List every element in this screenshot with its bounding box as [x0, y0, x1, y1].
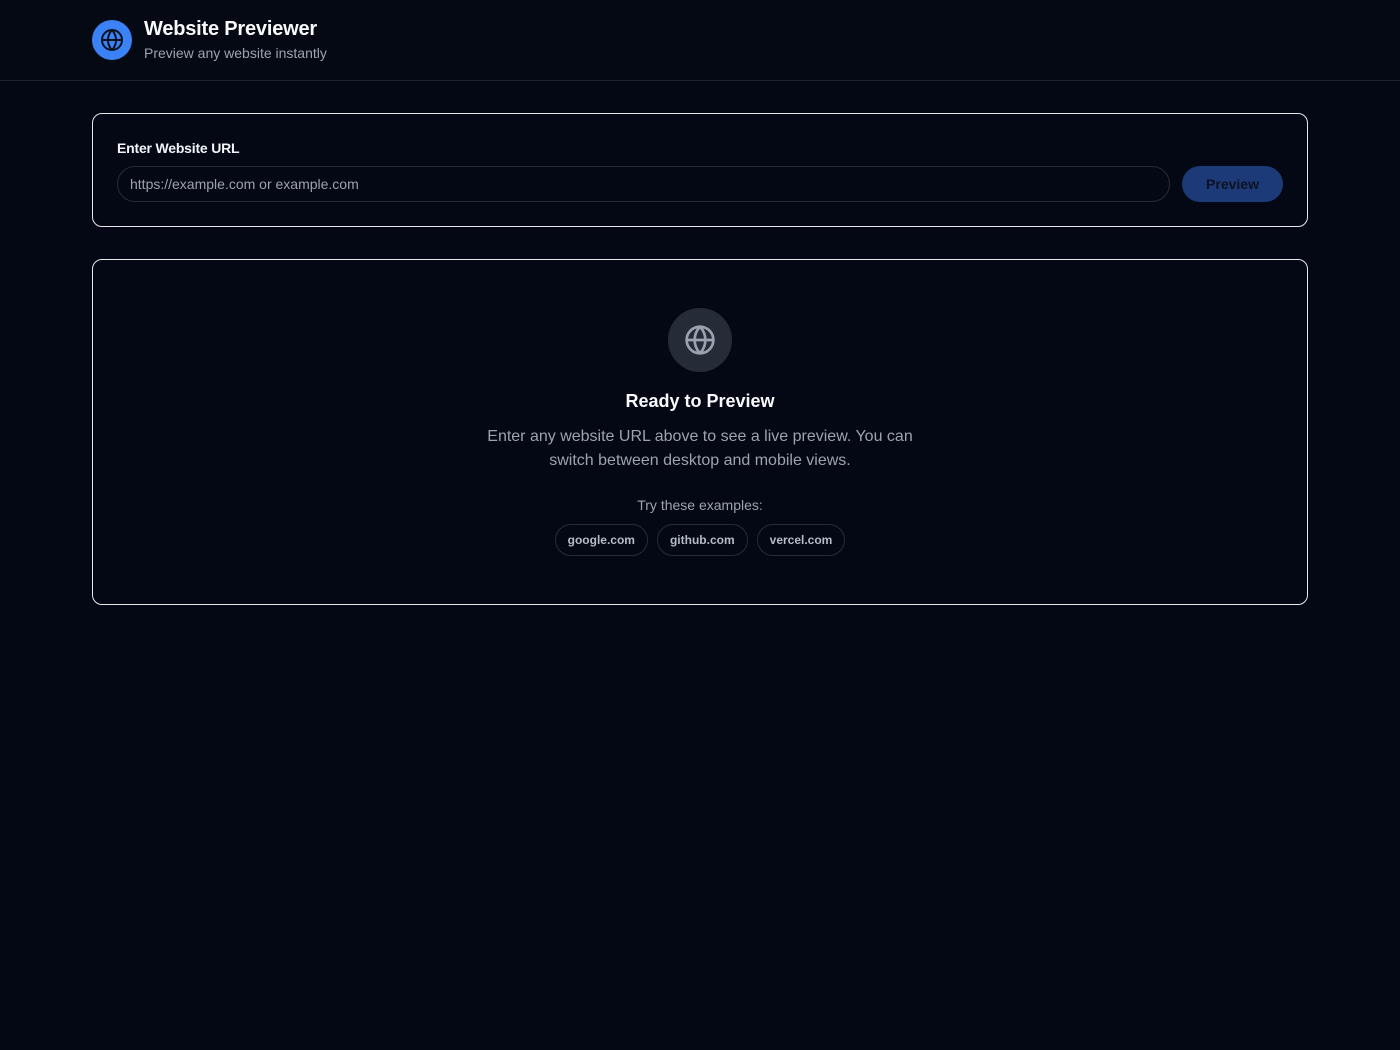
app-header: Website Previewer Preview any website in…: [0, 0, 1400, 81]
example-chip-google[interactable]: google.com: [554, 524, 648, 556]
empty-state-card: Ready to Preview Enter any website URL a…: [92, 259, 1308, 605]
empty-state-title: Ready to Preview: [625, 391, 775, 411]
app-title: Website Previewer: [144, 18, 317, 40]
example-chips: google.com github.com vercel.com: [93, 524, 1307, 556]
globe-icon: [101, 29, 123, 51]
preview-button[interactable]: Preview: [1182, 166, 1283, 202]
globe-icon: [685, 325, 715, 355]
example-chip-github[interactable]: github.com: [656, 524, 748, 556]
examples-label: Try these examples:: [637, 497, 763, 513]
app-logo: [92, 20, 132, 60]
empty-state-icon-circle: [668, 308, 732, 372]
example-chip-vercel[interactable]: vercel.com: [756, 524, 846, 556]
empty-state-description: Enter any website URL above to see a liv…: [487, 428, 913, 469]
url-form-card: Enter Website URL Preview: [92, 113, 1308, 227]
url-field-label: Enter Website URL: [117, 140, 240, 156]
app-subtitle: Preview any website instantly: [144, 45, 327, 61]
url-input[interactable]: [117, 166, 1170, 202]
